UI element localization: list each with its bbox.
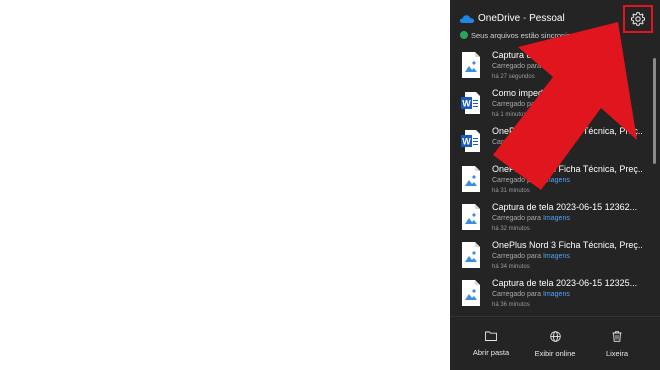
- svg-text:W: W: [462, 99, 471, 109]
- file-upload-status: Carregado para Imagens: [492, 215, 570, 222]
- view-online-button[interactable]: Exibir online: [530, 331, 580, 358]
- flyout-header: OneDrive - Pessoal Seus arquivos estão s…: [450, 0, 660, 46]
- list-item[interactable]: OnePlus Nord 3 Ficha Técnica, Preç... Ca…: [450, 162, 653, 200]
- settings-highlight-box: [623, 5, 653, 33]
- word-file-icon: W: [461, 130, 480, 152]
- open-folder-label: Abrir pasta: [472, 348, 510, 357]
- file-name: OnePlus Nord 3 Ficha Técnica, Preç...: [492, 126, 642, 136]
- upload-prefix: Carregado para: [492, 139, 542, 146]
- file-upload-status: Carregado para Imagens: [492, 177, 570, 184]
- upload-prefix: Carregado para: [492, 101, 542, 108]
- destination-link[interactable]: Imagens: [543, 291, 570, 298]
- upload-prefix: Carregado para: [492, 215, 543, 222]
- list-item[interactable]: Captura de tela 2023-06-15 12362... Carr…: [450, 200, 653, 238]
- file-name: Como impedir ...: [492, 88, 559, 98]
- upload-prefix: Carregado para: [492, 291, 543, 298]
- file-name: OnePlus Nord 3 Ficha Técnica, Preç...: [492, 240, 642, 250]
- file-time: há 36 minutos: [492, 302, 530, 308]
- app-name: OneDrive: [478, 13, 521, 24]
- file-time: há 32 minutos: [492, 226, 530, 232]
- list-item[interactable]: OnePlus Nord 3 Ficha Técnica, Preç... Ca…: [450, 238, 653, 276]
- word-file-icon: W: [461, 92, 480, 114]
- scrollbar-thumb[interactable]: [653, 58, 656, 164]
- file-time: há 34 minutos: [492, 264, 530, 270]
- globe-icon: [549, 331, 561, 342]
- upload-prefix: Carregado para: [492, 177, 543, 184]
- title-separator: -: [520, 13, 530, 24]
- image-file-icon: [462, 204, 480, 230]
- destination-link[interactable]: Imagens: [543, 177, 570, 184]
- file-upload-status: Carregado para: [492, 139, 541, 146]
- recent-files-list: Captura de tela 2023-06-15 ... Carregado…: [450, 44, 653, 314]
- upload-prefix: Carregado para: [492, 63, 542, 70]
- folder-icon: [485, 331, 497, 341]
- svg-text:W: W: [462, 137, 471, 147]
- recycle-bin-button[interactable]: Lixeira: [600, 331, 634, 358]
- flyout-footer: Abrir pasta Exibir online Lixeira: [450, 316, 660, 370]
- flyout-title: OneDrive - Pessoal: [478, 13, 565, 24]
- sync-status: Seus arquivos estão sincronizados: [460, 31, 587, 40]
- trash-icon: [612, 331, 622, 342]
- file-upload-status: Carregado para Imagens: [492, 253, 570, 260]
- file-upload-status: Carregado para: [492, 101, 541, 108]
- file-name: Captura de tela 2023-06-15 ...: [492, 50, 613, 60]
- file-upload-status: Carregado para Imagens: [492, 291, 570, 298]
- file-time: há 27 segundos: [492, 74, 535, 80]
- file-name: OnePlus Nord 3 Ficha Técnica, Preç...: [492, 164, 642, 174]
- destination-link[interactable]: Imagens: [543, 253, 570, 260]
- image-file-icon: [462, 242, 480, 268]
- account-name: Pessoal: [529, 13, 565, 24]
- image-file-icon: [462, 166, 480, 192]
- onedrive-cloud-icon: [459, 15, 475, 23]
- file-name: Captura de tela 2023-06-15 12325...: [492, 278, 638, 288]
- view-online-label: Exibir online: [534, 349, 576, 358]
- onedrive-flyout: OneDrive - Pessoal Seus arquivos estão s…: [450, 0, 660, 370]
- list-item[interactable]: Captura de tela 2023-06-15 ... Carregado…: [450, 48, 653, 86]
- list-item[interactable]: W Como impedir ... Carregado para há 1 m…: [450, 86, 653, 124]
- file-time: há 1 minutos: [492, 112, 527, 118]
- upload-prefix: Carregado para: [492, 253, 543, 260]
- image-file-icon: [462, 52, 480, 78]
- list-item[interactable]: Captura de tela 2023-06-15 12325... Carr…: [450, 276, 653, 314]
- list-item[interactable]: W OnePlus Nord 3 Ficha Técnica, Preç... …: [450, 124, 653, 162]
- sync-check-icon: [460, 31, 468, 39]
- destination-link[interactable]: Imagens: [543, 215, 570, 222]
- file-name: Captura de tela 2023-06-15 12362...: [492, 202, 638, 212]
- file-time: há 31 minutos: [492, 188, 530, 194]
- file-upload-status: Carregado para: [492, 63, 541, 70]
- recycle-bin-label: Lixeira: [605, 349, 629, 358]
- open-folder-button[interactable]: Abrir pasta: [468, 331, 514, 357]
- image-file-icon: [462, 280, 480, 306]
- sync-status-text: Seus arquivos estão sincronizados: [471, 31, 587, 40]
